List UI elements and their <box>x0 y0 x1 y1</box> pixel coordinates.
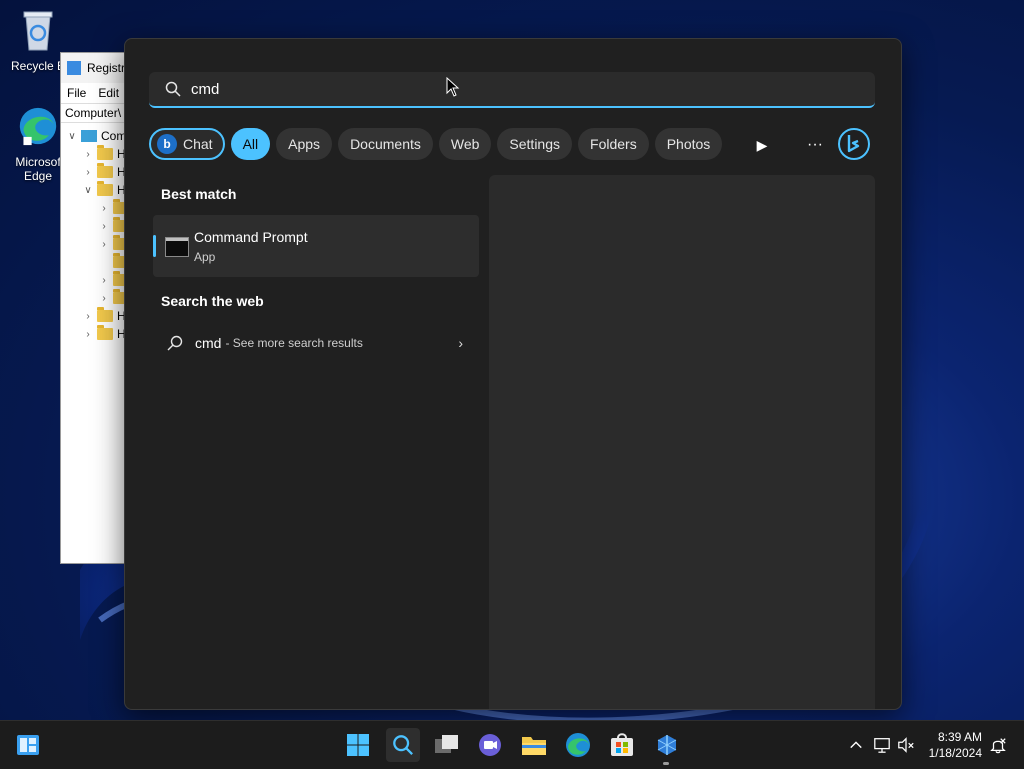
search-taskbar-icon[interactable] <box>386 728 420 762</box>
mouse-cursor-icon <box>446 77 460 97</box>
command-prompt-icon <box>165 237 189 257</box>
filter-all[interactable]: All <box>230 128 271 160</box>
filter-label: Apps <box>288 136 321 152</box>
volume-muted-icon[interactable] <box>892 731 920 759</box>
computer-icon <box>81 130 97 142</box>
recycle-bin-icon <box>23 11 53 51</box>
search-flyout: b Chat All Apps Documents Web Settings F… <box>124 38 902 710</box>
taskbar: 8:39 AM 1/18/2024 <box>0 720 1024 769</box>
filter-documents[interactable]: Documents <box>338 128 433 160</box>
search-box[interactable] <box>149 72 875 108</box>
chevron-right-icon[interactable]: › <box>99 293 109 304</box>
filter-label: Folders <box>590 136 637 152</box>
filter-folders[interactable]: Folders <box>578 128 649 160</box>
chevron-right-icon[interactable]: › <box>83 149 93 160</box>
tree-row[interactable]: › H <box>83 307 126 325</box>
filter-label: Web <box>450 136 480 152</box>
result-name: Command Prompt <box>194 229 308 245</box>
filter-apps[interactable]: Apps <box>276 128 333 160</box>
chevron-right-icon[interactable]: › <box>458 335 463 351</box>
task-view-icon[interactable] <box>433 731 461 759</box>
bing-icon: b <box>157 134 177 154</box>
filter-label: Settings <box>509 136 561 152</box>
filter-label: Chat <box>183 136 213 152</box>
filter-label: Documents <box>350 136 421 152</box>
menu-file[interactable]: File <box>67 86 86 100</box>
search-filter-bar: b Chat All Apps Documents Web Settings F… <box>149 127 723 161</box>
tree-row[interactable]: › H <box>83 163 126 181</box>
chevron-down-icon[interactable]: ∨ <box>67 131 77 142</box>
folder-icon <box>97 181 113 196</box>
chevron-up-icon[interactable] <box>842 731 870 759</box>
tree-row[interactable]: › H <box>83 325 126 343</box>
more-filters-play-icon[interactable]: ▶ <box>750 133 774 157</box>
notification-icon[interactable] <box>984 731 1012 759</box>
edge-icon <box>19 107 57 146</box>
chevron-right-icon[interactable]: › <box>83 167 93 178</box>
best-match-command-prompt[interactable]: Command Prompt App <box>153 215 479 277</box>
running-indicator <box>663 762 669 765</box>
chevron-right-icon[interactable]: › <box>83 311 93 322</box>
search-web-heading: Search the web <box>161 293 264 309</box>
folder-icon <box>97 325 113 340</box>
folder-icon <box>97 307 113 322</box>
preview-pane <box>489 175 875 709</box>
chevron-right-icon[interactable]: › <box>83 329 93 340</box>
widgets-icon[interactable] <box>14 731 42 759</box>
web-see-more: - See more search results <box>225 336 363 350</box>
tree-row-computer[interactable]: ∨ Com <box>67 127 126 145</box>
regedit-icon <box>67 61 81 75</box>
best-match-heading: Best match <box>161 186 237 202</box>
clock[interactable]: 8:39 AM 1/18/2024 <box>929 729 982 761</box>
edge-taskbar-icon[interactable] <box>564 731 592 759</box>
web-query: cmd <box>195 335 222 351</box>
chevron-right-icon[interactable]: › <box>99 203 109 214</box>
chevron-right-icon[interactable]: › <box>99 239 109 250</box>
filter-chat[interactable]: b Chat <box>149 128 225 160</box>
bing-chat-icon[interactable] <box>837 127 871 161</box>
result-type: App <box>194 250 216 264</box>
filter-photos[interactable]: Photos <box>654 128 723 160</box>
clock-date: 1/18/2024 <box>928 746 982 760</box>
start-icon[interactable] <box>344 731 372 759</box>
more-options-icon[interactable]: ··· <box>803 133 827 157</box>
search-icon <box>167 335 183 351</box>
file-explorer-icon[interactable] <box>520 731 548 759</box>
selection-accent <box>153 235 156 257</box>
folder-icon <box>97 145 113 160</box>
filter-label: Photos <box>666 136 711 152</box>
teams-chat-icon[interactable] <box>476 731 504 759</box>
chevron-right-icon[interactable]: › <box>99 275 109 286</box>
tree-row[interactable]: ∨ H <box>83 181 126 199</box>
filter-label: All <box>242 136 259 152</box>
tree-label: Com <box>101 129 127 143</box>
web-search-result[interactable]: cmd - See more search results › <box>153 329 479 357</box>
menu-edit[interactable]: Edit <box>98 86 119 100</box>
microsoft-store-icon[interactable] <box>608 731 636 759</box>
filter-settings[interactable]: Settings <box>497 128 573 160</box>
chevron-down-icon[interactable]: ∨ <box>83 185 93 196</box>
clock-time: 8:39 AM <box>937 730 982 744</box>
tree-row[interactable]: › H <box>83 145 126 163</box>
filter-web[interactable]: Web <box>438 128 492 160</box>
regedit-title: Registr <box>87 61 126 75</box>
search-icon <box>165 81 181 97</box>
chevron-right-icon[interactable]: › <box>99 221 109 232</box>
search-input[interactable] <box>191 80 791 98</box>
folder-icon <box>97 163 113 178</box>
registry-editor-taskbar-icon[interactable] <box>653 731 681 759</box>
